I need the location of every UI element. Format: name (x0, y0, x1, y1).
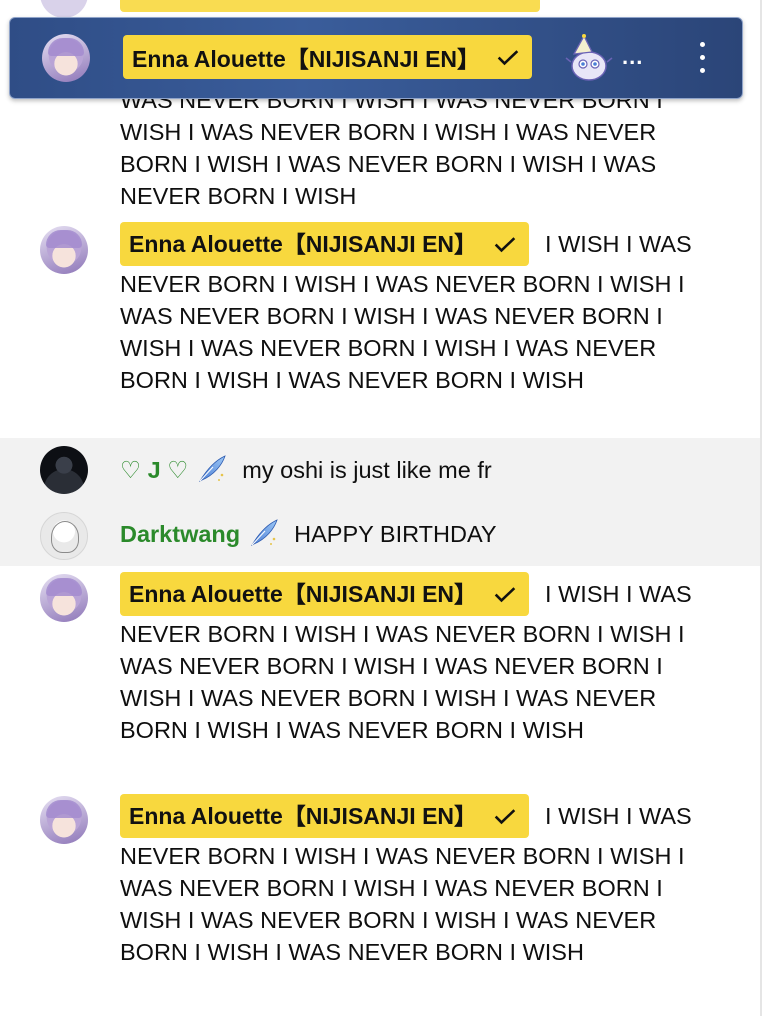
member-quill-icon (199, 455, 226, 482)
avatar (40, 0, 88, 18)
author-name: Enna Alouette【NIJISANJI EN】 (129, 803, 478, 829)
avatar[interactable] (40, 446, 88, 494)
author-name[interactable]: Darktwang (120, 521, 240, 547)
owner-badge[interactable]: Enna Alouette【NIJISANJI EN】 (120, 222, 530, 266)
verified-check-icon (497, 50, 519, 66)
message-body: Enna Alouette【NIJISANJI EN】 I WISH I WAS … (120, 794, 720, 968)
avatar[interactable] (42, 34, 90, 82)
message-body: Enna Alouette【NIJISANJI EN】 I WISH I WAS … (120, 222, 720, 396)
author-name: Enna Alouette【NIJISANJI EN】 (129, 231, 478, 257)
chat-message[interactable]: Enna Alouette【NIJISANJI EN】 I WISH I WAS … (0, 566, 762, 788)
avatar[interactable] (40, 796, 88, 844)
chat-message[interactable]: Enna Alouette【NIJISANJI EN】 I WISH I WAS … (0, 788, 762, 1010)
avatar[interactable] (40, 226, 88, 274)
message-body: Enna Alouette【NIJISANJI EN】 I WISH I WAS … (120, 572, 720, 746)
verified-check-icon (494, 587, 516, 603)
chat-message[interactable]: Enna Alouette【NIJISANJI EN】 I WISH I WAS … (0, 218, 762, 438)
author-name: Enna Alouette【NIJISANJI EN】 (129, 581, 478, 607)
message-body: WAS NEVER BORN I WISH I WAS NEVER BORN I… (120, 84, 720, 212)
chat-message[interactable]: ♡ J ♡ my oshi is just like me fr (0, 438, 762, 502)
owner-badge[interactable]: Enna Alouette【NIJISANJI EN】 (123, 35, 533, 79)
mascot-sticker-icon (565, 34, 613, 81)
avatar[interactable] (40, 512, 88, 560)
kebab-menu-icon[interactable] (690, 40, 714, 76)
owner-badge[interactable]: Enna Alouette【NIJISANJI EN】 (120, 794, 530, 838)
chat-message[interactable]: Darktwang HAPPY BIRTHDAY (0, 502, 762, 566)
verified-check-icon (494, 237, 516, 253)
message-text: WAS NEVER BORN I WISH I WAS NEVER BORN I… (120, 87, 663, 209)
message-body: ♡ J ♡ my oshi is just like me fr (120, 454, 720, 488)
owner-badge-partial (120, 0, 540, 12)
message-body: Darktwang HAPPY BIRTHDAY (120, 518, 720, 552)
owner-badge[interactable]: Enna Alouette【NIJISANJI EN】 (120, 572, 530, 616)
message-text: HAPPY BIRTHDAY (294, 521, 497, 547)
verified-check-icon (494, 809, 516, 825)
chat-message[interactable]: WAS NEVER BORN I WISH I WAS NEVER BORN I… (0, 84, 762, 214)
truncated-text: ... (622, 44, 644, 69)
member-quill-icon (251, 519, 278, 546)
pinned-message-banner[interactable]: Enna Alouette【NIJISANJI EN】 ... (9, 17, 743, 99)
avatar[interactable] (40, 574, 88, 622)
author-name[interactable]: ♡ J ♡ (120, 457, 188, 483)
live-chat: WAS NEVER BORN I WISH I WAS NEVER BORN I… (0, 0, 762, 1016)
message-text: my oshi is just like me fr (242, 457, 492, 483)
author-name: Enna Alouette【NIJISANJI EN】 (132, 46, 481, 72)
